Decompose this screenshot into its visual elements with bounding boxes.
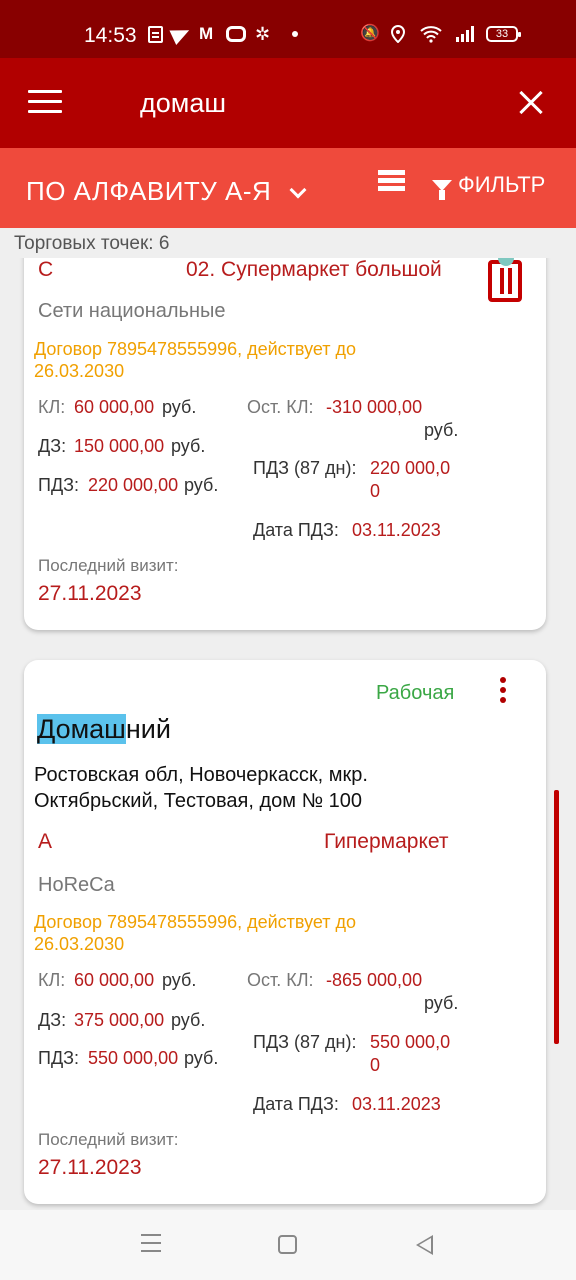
more-options-icon[interactable] (500, 677, 506, 703)
pdz-label: ПДЗ: (38, 475, 80, 495)
outlet-address-line2: Октябрьский, Тестовая, дом № 100 (34, 790, 362, 812)
kl-currency: руб. (162, 970, 197, 990)
system-nav-bar (0, 1210, 576, 1280)
last-visit-label: Последний визит: (38, 556, 179, 575)
dz-value: 150 000,00 (74, 436, 165, 456)
pdz87-value-cont: 0 (370, 481, 381, 501)
pdz-currency: руб. (184, 1048, 219, 1068)
signal-icon (456, 26, 474, 42)
location-icon (390, 24, 408, 44)
ost-kl-label: Ост. КЛ: (247, 970, 314, 990)
telegram-icon (169, 22, 193, 46)
trade-equipment-icon (488, 260, 522, 302)
sort-dropdown[interactable]: ПО АЛФАВИТУ А-Я (26, 176, 271, 207)
wifi-icon (420, 25, 442, 43)
document-icon (148, 25, 163, 43)
ost-kl-value: -865 000,00 (326, 970, 423, 990)
contract-info: Договор 7895478555996, действует до (34, 912, 357, 932)
date-pdz-label: Дата ПДЗ: (253, 520, 339, 540)
search-input[interactable]: домаш (140, 88, 226, 119)
outlet-list[interactable]: С 02. Супермаркет большой Сети националь… (0, 258, 576, 1210)
pdz87-label: ПДЗ (87 дн): (253, 458, 357, 478)
chevron-down-icon[interactable] (289, 181, 307, 199)
screen-record-icon (226, 26, 246, 42)
app-toolbar: домаш (0, 58, 576, 148)
list-view-icon[interactable] (378, 170, 405, 194)
outlet-name-rest: ний (125, 714, 171, 744)
dz-label: ДЗ: (38, 1010, 67, 1030)
outlet-category: С (38, 258, 54, 281)
status-bar: 14:53 M ✲ 🔕 33 (0, 0, 576, 58)
app-screen: 14:53 M ✲ 🔕 33 домаш ПО АЛФАВИТУ А-Я ФИЛ… (0, 0, 576, 1280)
outlet-channel: Гипермаркет (324, 830, 449, 853)
outlet-status: Рабочая (376, 682, 455, 704)
kl-label: КЛ: (38, 970, 66, 990)
pdz-currency: руб. (184, 475, 219, 495)
outlet-count: Торговых точек: 6 (14, 233, 170, 254)
status-time: 14:53 (84, 24, 137, 47)
close-icon[interactable] (514, 86, 548, 120)
recent-apps-icon[interactable] (141, 1234, 161, 1254)
home-icon[interactable] (278, 1235, 297, 1254)
kl-label: КЛ: (38, 397, 66, 417)
last-visit-label: Последний визит: (38, 1130, 179, 1149)
outlet-name: Домашний (37, 714, 171, 745)
ost-kl-value: -310 000,00 (326, 397, 423, 417)
outlet-address-line1: Ростовская обл, Новочеркасск, мкр. (34, 764, 368, 786)
outlet-card[interactable]: С 02. Супермаркет большой Сети националь… (24, 258, 546, 630)
last-visit-value: 27.11.2023 (38, 1156, 142, 1179)
date-pdz-label: Дата ПДЗ: (253, 1094, 339, 1114)
pdz-value: 220 000,00 (88, 475, 179, 495)
outlet-network: HoReCa (38, 874, 115, 896)
pdz87-value-cont: 0 (370, 1055, 381, 1075)
kl-value: 60 000,00 (74, 970, 155, 990)
pdz-label: ПДЗ: (38, 1048, 80, 1068)
system-icons: 🔕 33 (360, 24, 521, 44)
pdz87-label: ПДЗ (87 дн): (253, 1032, 357, 1052)
ost-kl-currency: руб. (424, 993, 459, 1013)
outlet-network: Сети национальные (38, 300, 226, 322)
mute-icon: 🔕 (360, 25, 380, 42)
dz-currency: руб. (171, 436, 206, 456)
contract-date: 26.03.2030 (34, 934, 125, 954)
battery-icon: 33 (486, 26, 521, 42)
dz-value: 375 000,00 (74, 1010, 165, 1030)
last-visit-value: 27.11.2023 (38, 582, 142, 605)
filter-label: ФИЛЬТР (458, 172, 546, 197)
pdz87-value: 550 000,0 (370, 1032, 451, 1052)
dz-label: ДЗ: (38, 436, 67, 456)
ost-kl-currency: руб. (424, 420, 459, 440)
pdz-value: 550 000,00 (88, 1048, 179, 1068)
contract-info: Договор 7895478555996, действует до (34, 339, 357, 359)
pdz87-value: 220 000,0 (370, 458, 451, 478)
filter-button[interactable]: ФИЛЬТР (432, 172, 546, 200)
kl-currency: руб. (162, 397, 197, 417)
menu-icon[interactable] (28, 90, 62, 114)
date-pdz-value: 03.11.2023 (352, 1094, 441, 1114)
contract-date: 26.03.2030 (34, 361, 125, 381)
kl-value: 60 000,00 (74, 397, 155, 417)
notification-icons: M ✲ (148, 22, 298, 46)
filter-icon (432, 179, 452, 200)
scrollbar[interactable] (554, 790, 559, 1044)
dot-icon (292, 31, 298, 37)
date-pdz-value: 03.11.2023 (352, 520, 441, 540)
outlet-card[interactable]: Рабочая Домашний Ростовская обл, Новочер… (24, 660, 546, 1204)
pinwheel-icon: ✲ (255, 24, 271, 44)
gmail-icon: M (199, 24, 214, 43)
dz-currency: руб. (171, 1010, 206, 1030)
search-highlight: Домаш (37, 714, 126, 744)
outlet-channel: 02. Супермаркет большой (186, 258, 442, 281)
outlet-category: А (38, 830, 53, 853)
sort-bar: ПО АЛФАВИТУ А-Я ФИЛЬТР (0, 148, 576, 228)
ost-kl-label: Ост. КЛ: (247, 397, 314, 417)
back-icon[interactable] (416, 1235, 433, 1255)
